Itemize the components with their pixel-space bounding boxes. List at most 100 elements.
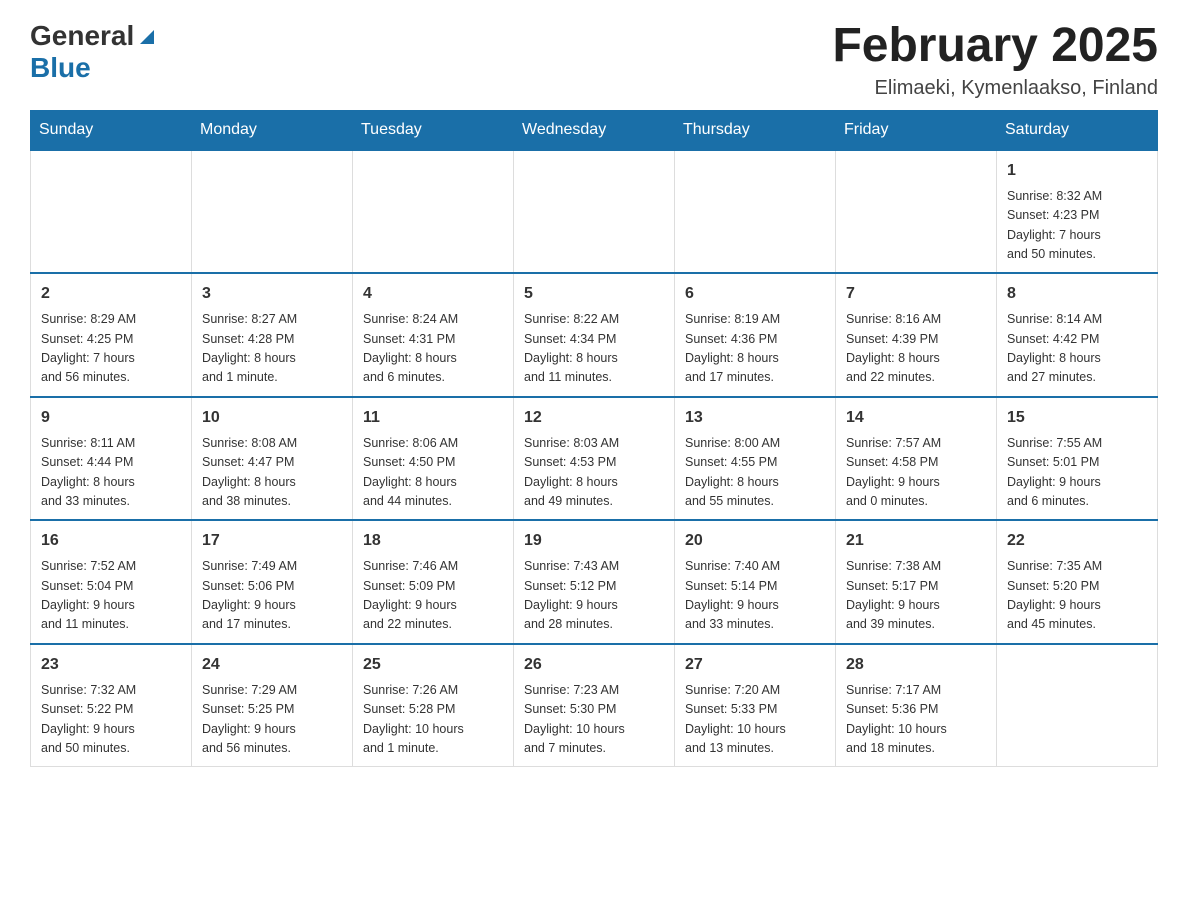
col-tuesday: Tuesday — [353, 110, 514, 150]
logo-general-text: General — [30, 20, 134, 52]
calendar-cell: 14 Sunrise: 7:57 AMSunset: 4:58 PMDayligh… — [836, 397, 997, 521]
day-number: 7 — [846, 282, 986, 306]
day-info: Sunrise: 7:23 AMSunset: 5:30 PMDaylight:… — [524, 681, 664, 759]
calendar-cell: 15 Sunrise: 7:55 AMSunset: 5:01 PMDayligh… — [997, 397, 1158, 521]
col-saturday: Saturday — [997, 110, 1158, 150]
day-number: 9 — [41, 406, 181, 430]
day-number: 23 — [41, 653, 181, 677]
day-info: Sunrise: 8:22 AMSunset: 4:34 PMDaylight:… — [524, 310, 664, 388]
calendar-cell — [31, 150, 192, 274]
day-info: Sunrise: 7:32 AMSunset: 5:22 PMDaylight:… — [41, 681, 181, 759]
calendar-cell: 26 Sunrise: 7:23 AMSunset: 5:30 PMDayligh… — [514, 644, 675, 767]
calendar-header: Sunday Monday Tuesday Wednesday Thursday… — [31, 110, 1158, 150]
day-number: 17 — [202, 529, 342, 553]
day-number: 12 — [524, 406, 664, 430]
logo-blue-text: Blue — [30, 52, 91, 83]
calendar-cell — [997, 644, 1158, 767]
day-info: Sunrise: 7:20 AMSunset: 5:33 PMDaylight:… — [685, 681, 825, 759]
col-thursday: Thursday — [675, 110, 836, 150]
day-info: Sunrise: 7:17 AMSunset: 5:36 PMDaylight:… — [846, 681, 986, 759]
calendar-cell: 19 Sunrise: 7:43 AMSunset: 5:12 PMDayligh… — [514, 520, 675, 644]
day-number: 8 — [1007, 282, 1147, 306]
day-number: 1 — [1007, 159, 1147, 183]
day-info: Sunrise: 7:55 AMSunset: 5:01 PMDaylight:… — [1007, 434, 1147, 512]
calendar-cell: 22 Sunrise: 7:35 AMSunset: 5:20 PMDayligh… — [997, 520, 1158, 644]
day-info: Sunrise: 8:03 AMSunset: 4:53 PMDaylight:… — [524, 434, 664, 512]
calendar-cell: 11 Sunrise: 8:06 AMSunset: 4:50 PMDayligh… — [353, 397, 514, 521]
calendar-table: Sunday Monday Tuesday Wednesday Thursday… — [30, 110, 1158, 768]
calendar-cell: 23 Sunrise: 7:32 AMSunset: 5:22 PMDayligh… — [31, 644, 192, 767]
day-number: 16 — [41, 529, 181, 553]
calendar-cell: 18 Sunrise: 7:46 AMSunset: 5:09 PMDayligh… — [353, 520, 514, 644]
day-info: Sunrise: 8:32 AMSunset: 4:23 PMDaylight:… — [1007, 187, 1147, 265]
col-monday: Monday — [192, 110, 353, 150]
calendar-cell: 3 Sunrise: 8:27 AMSunset: 4:28 PMDaylight… — [192, 273, 353, 397]
calendar-week-1: 1 Sunrise: 8:32 AMSunset: 4:23 PMDaylight… — [31, 150, 1158, 274]
day-info: Sunrise: 7:57 AMSunset: 4:58 PMDaylight:… — [846, 434, 986, 512]
calendar-cell: 27 Sunrise: 7:20 AMSunset: 5:33 PMDayligh… — [675, 644, 836, 767]
day-number: 18 — [363, 529, 503, 553]
calendar-cell — [675, 150, 836, 274]
calendar-cell: 9 Sunrise: 8:11 AMSunset: 4:44 PMDaylight… — [31, 397, 192, 521]
day-info: Sunrise: 8:06 AMSunset: 4:50 PMDaylight:… — [363, 434, 503, 512]
calendar-cell — [836, 150, 997, 274]
day-number: 11 — [363, 406, 503, 430]
day-info: Sunrise: 7:52 AMSunset: 5:04 PMDaylight:… — [41, 557, 181, 635]
calendar-cell: 12 Sunrise: 8:03 AMSunset: 4:53 PMDayligh… — [514, 397, 675, 521]
col-friday: Friday — [836, 110, 997, 150]
day-number: 15 — [1007, 406, 1147, 430]
day-info: Sunrise: 8:16 AMSunset: 4:39 PMDaylight:… — [846, 310, 986, 388]
title-block: February 2025 Elimaeki, Kymenlaakso, Fin… — [832, 20, 1158, 100]
calendar-week-5: 23 Sunrise: 7:32 AMSunset: 5:22 PMDayligh… — [31, 644, 1158, 767]
calendar-cell — [192, 150, 353, 274]
day-number: 24 — [202, 653, 342, 677]
calendar-cell: 17 Sunrise: 7:49 AMSunset: 5:06 PMDayligh… — [192, 520, 353, 644]
day-info: Sunrise: 8:19 AMSunset: 4:36 PMDaylight:… — [685, 310, 825, 388]
day-info: Sunrise: 7:40 AMSunset: 5:14 PMDaylight:… — [685, 557, 825, 635]
calendar-cell: 6 Sunrise: 8:19 AMSunset: 4:36 PMDaylight… — [675, 273, 836, 397]
day-info: Sunrise: 8:11 AMSunset: 4:44 PMDaylight:… — [41, 434, 181, 512]
day-info: Sunrise: 7:29 AMSunset: 5:25 PMDaylight:… — [202, 681, 342, 759]
day-info: Sunrise: 8:24 AMSunset: 4:31 PMDaylight:… — [363, 310, 503, 388]
calendar-cell: 4Sunrise: 8:24 AMSunset: 4:31 PMDaylight… — [353, 273, 514, 397]
logo-triangle-icon — [136, 26, 158, 48]
day-number: 3 — [202, 282, 342, 306]
calendar-cell: 28 Sunrise: 7:17 AMSunset: 5:36 PMDayligh… — [836, 644, 997, 767]
calendar-week-2: 2Sunrise: 8:29 AMSunset: 4:25 PMDaylight… — [31, 273, 1158, 397]
day-info: Sunrise: 7:38 AMSunset: 5:17 PMDaylight:… — [846, 557, 986, 635]
calendar-week-3: 9 Sunrise: 8:11 AMSunset: 4:44 PMDaylight… — [31, 397, 1158, 521]
calendar-cell: 10Sunrise: 8:08 AMSunset: 4:47 PMDayligh… — [192, 397, 353, 521]
calendar-body: 1 Sunrise: 8:32 AMSunset: 4:23 PMDaylight… — [31, 150, 1158, 767]
day-number: 22 — [1007, 529, 1147, 553]
day-info: Sunrise: 8:29 AMSunset: 4:25 PMDaylight:… — [41, 310, 181, 388]
day-info: Sunrise: 7:46 AMSunset: 5:09 PMDaylight:… — [363, 557, 503, 635]
calendar-week-4: 16 Sunrise: 7:52 AMSunset: 5:04 PMDayligh… — [31, 520, 1158, 644]
calendar-cell — [514, 150, 675, 274]
page-header: General Blue February 2025 Elimaeki, Kym… — [30, 20, 1158, 100]
day-info: Sunrise: 8:00 AMSunset: 4:55 PMDaylight:… — [685, 434, 825, 512]
day-info: Sunrise: 8:08 AMSunset: 4:47 PMDaylight:… — [202, 434, 342, 512]
calendar-cell: 25 Sunrise: 7:26 AMSunset: 5:28 PMDayligh… — [353, 644, 514, 767]
calendar-cell: 21Sunrise: 7:38 AMSunset: 5:17 PMDayligh… — [836, 520, 997, 644]
calendar-cell: 13Sunrise: 8:00 AMSunset: 4:55 PMDayligh… — [675, 397, 836, 521]
day-number: 14 — [846, 406, 986, 430]
day-number: 26 — [524, 653, 664, 677]
day-info: Sunrise: 7:43 AMSunset: 5:12 PMDaylight:… — [524, 557, 664, 635]
day-info: Sunrise: 8:27 AMSunset: 4:28 PMDaylight:… — [202, 310, 342, 388]
day-number: 5 — [524, 282, 664, 306]
col-wednesday: Wednesday — [514, 110, 675, 150]
calendar-cell: 5 Sunrise: 8:22 AMSunset: 4:34 PMDaylight… — [514, 273, 675, 397]
day-number: 28 — [846, 653, 986, 677]
day-info: Sunrise: 7:49 AMSunset: 5:06 PMDaylight:… — [202, 557, 342, 635]
calendar-cell: 2Sunrise: 8:29 AMSunset: 4:25 PMDaylight… — [31, 273, 192, 397]
day-info: Sunrise: 7:35 AMSunset: 5:20 PMDaylight:… — [1007, 557, 1147, 635]
day-info: Sunrise: 7:26 AMSunset: 5:28 PMDaylight:… — [363, 681, 503, 759]
day-number: 19 — [524, 529, 664, 553]
calendar-cell — [353, 150, 514, 274]
calendar-cell: 8Sunrise: 8:14 AMSunset: 4:42 PMDaylight… — [997, 273, 1158, 397]
calendar-cell: 1 Sunrise: 8:32 AMSunset: 4:23 PMDaylight… — [997, 150, 1158, 274]
day-number: 27 — [685, 653, 825, 677]
day-number: 20 — [685, 529, 825, 553]
day-number: 25 — [363, 653, 503, 677]
day-number: 6 — [685, 282, 825, 306]
